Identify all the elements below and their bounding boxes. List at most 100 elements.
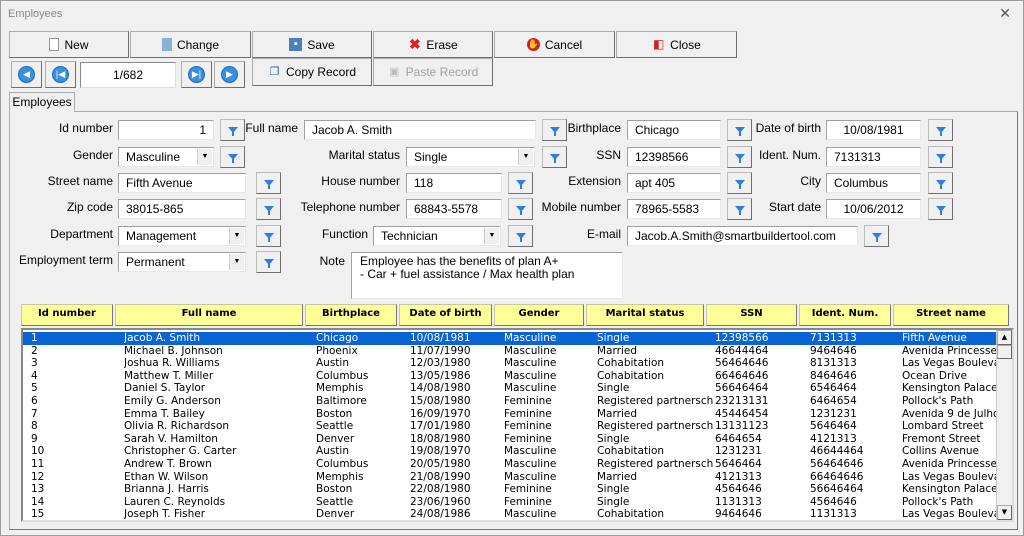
table-row[interactable]: 3 Joshua R. Williams Austin 12/03/1980 Mascu…	[23, 357, 997, 370]
table-cell: Memphis	[316, 382, 364, 395]
zip-code-input[interactable]: 38015-865	[118, 199, 246, 219]
birthplace-input[interactable]: Chicago	[627, 120, 721, 140]
save-button[interactable]: ▪ Save	[252, 31, 372, 58]
table-row[interactable]: 10 Christopher G. Carter Austin 19/08/1970 M…	[23, 445, 997, 458]
scroll-down-icon[interactable]: ▼	[997, 505, 1012, 520]
zip-code-filter-button[interactable]	[256, 198, 281, 220]
scroll-thumb[interactable]	[997, 345, 1012, 359]
table-row[interactable]: 13 Brianna J. Harris Boston 22/08/1980 Femin…	[23, 483, 997, 496]
mobile-label: Mobile number	[541, 200, 621, 214]
column-header[interactable]: Id number	[21, 304, 113, 326]
table-row[interactable]: 1 Jacob A. Smith Chicago 10/08/1981 Masculin…	[23, 332, 997, 345]
telephone-input[interactable]: 68843-5578	[406, 199, 502, 219]
cancel-button[interactable]: ✋ Cancel	[494, 31, 615, 58]
erase-button[interactable]: ✖ Erase	[373, 31, 493, 58]
table-cell: 4121313	[715, 470, 762, 483]
ident-num-filter-button[interactable]	[928, 146, 953, 168]
date-of-birth-filter-button[interactable]	[928, 119, 953, 141]
paste-record-button[interactable]: ▣ Paste Record	[373, 58, 493, 86]
email-input[interactable]: Jacob.A.Smith@smartbuildertool.com	[627, 226, 858, 246]
id-number-input[interactable]: 1	[118, 120, 214, 140]
column-header[interactable]: Date of birth	[399, 304, 492, 326]
chevron-down-icon[interactable]: ▼	[229, 254, 244, 270]
extension-input[interactable]: apt 405	[627, 173, 721, 193]
next-record-button[interactable]: ▶	[214, 61, 245, 88]
column-header[interactable]: Ident. Num.	[799, 304, 891, 326]
table-row[interactable]: 8 Olivia R. Richardson Seattle 17/01/1980 Fe…	[23, 420, 997, 433]
telephone-filter-button[interactable]	[508, 198, 533, 220]
table-cell: Single	[597, 332, 630, 344]
house-number-filter-button[interactable]	[508, 172, 533, 194]
table-row[interactable]: 11 Andrew T. Brown Columbus 20/05/1980 Mascu…	[23, 458, 997, 471]
table-cell: Emma T. Bailey	[124, 407, 205, 420]
last-record-button[interactable]: ▶|	[181, 61, 212, 88]
gender-dropdown[interactable]: Masculine ▼	[118, 147, 214, 167]
copy-record-button[interactable]: ❐ Copy Record	[252, 58, 372, 86]
mobile-filter-button[interactable]	[727, 198, 752, 220]
table-row[interactable]: 7 Emma T. Bailey Boston 16/09/1970 Feminine M…	[23, 408, 997, 421]
extension-filter-button[interactable]	[727, 172, 752, 194]
street-name-filter-button[interactable]	[256, 172, 281, 194]
marital-status-value: Single	[414, 150, 448, 164]
street-name-input[interactable]: Fifth Avenue	[118, 173, 246, 193]
function-dropdown[interactable]: Technician ▼	[373, 226, 501, 246]
function-filter-button[interactable]	[508, 225, 533, 247]
ssn-input[interactable]: 12398566	[627, 147, 721, 167]
table-row[interactable]: 2 Michael B. Johnson Phoenix 11/07/1990 Masc…	[23, 345, 997, 358]
chevron-down-icon[interactable]: ▼	[518, 149, 533, 165]
employees-list[interactable]: 1 Jacob A. Smith Chicago 10/08/1981 Masculin…	[21, 328, 1014, 522]
telephone-label: Telephone number	[300, 200, 400, 214]
column-header[interactable]: Marital status	[586, 304, 704, 326]
tab-employees[interactable]: Employees	[9, 92, 75, 112]
vertical-scrollbar[interactable]: ▲ ▼	[996, 330, 1012, 520]
table-row[interactable]: 14 Lauren C. Reynolds Seattle 23/06/1960 Fem…	[23, 496, 997, 509]
marital-status-dropdown[interactable]: Single ▼	[406, 147, 535, 167]
column-header[interactable]: Gender	[494, 304, 584, 326]
employment-term-dropdown[interactable]: Permanent ▼	[118, 252, 246, 272]
filter-icon	[935, 127, 946, 136]
table-row[interactable]: 12 Ethan W. Wilson Memphis 21/08/1990 Mascul…	[23, 471, 997, 484]
table-row[interactable]: 5 Daniel S. Taylor Memphis 14/08/1980 Mascul…	[23, 382, 997, 395]
ident-num-input[interactable]: 7131313	[826, 147, 921, 167]
full-name-input[interactable]: Jacob A. Smith	[304, 120, 536, 140]
chevron-down-icon[interactable]: ▼	[484, 228, 499, 244]
date-of-birth-input[interactable]: 10/08/1981	[826, 120, 921, 140]
start-date-filter-button[interactable]	[928, 198, 953, 220]
scroll-up-icon[interactable]: ▲	[997, 330, 1012, 345]
chevron-down-icon[interactable]: ▼	[197, 149, 212, 165]
table-cell: 15	[31, 508, 45, 521]
filter-icon	[734, 127, 745, 136]
skip-last-icon: ▶|	[188, 66, 205, 83]
filter-icon	[935, 154, 946, 163]
column-header[interactable]: Birthplace	[305, 304, 397, 326]
table-row[interactable]: 4 Matthew T. Miller Columbus 13/05/1986 Masc…	[23, 370, 997, 383]
column-header[interactable]: Street name	[893, 304, 1009, 326]
table-row[interactable]: 6 Emily G. Anderson Baltimore 15/08/1980 Fem…	[23, 395, 997, 408]
email-filter-button[interactable]	[864, 225, 889, 247]
new-button[interactable]: New	[9, 31, 129, 58]
column-header[interactable]: SSN	[706, 304, 797, 326]
employment-term-filter-button[interactable]	[256, 251, 281, 273]
table-row[interactable]: 9 Sarah V. Hamilton Denver 18/08/1980 Femini…	[23, 433, 997, 446]
birthplace-filter-button[interactable]	[727, 119, 752, 141]
gender-filter-button[interactable]	[220, 146, 245, 168]
table-row[interactable]: 15 Joseph T. Fisher Denver 24/08/1986 Mascul…	[23, 508, 997, 521]
previous-record-button[interactable]: ◀	[11, 61, 42, 88]
ssn-filter-button[interactable]	[727, 146, 752, 168]
change-button[interactable]: Change	[130, 31, 251, 58]
house-number-input[interactable]: 118	[406, 173, 502, 193]
window-close-button[interactable]: ✕	[999, 5, 1011, 22]
first-record-button[interactable]: |◀	[45, 61, 76, 88]
start-date-input[interactable]: 10/06/2012	[826, 199, 921, 219]
table-cell: 4121313	[810, 432, 857, 445]
department-filter-button[interactable]	[256, 225, 281, 247]
city-filter-button[interactable]	[928, 172, 953, 194]
close-button[interactable]: ◧ Close	[616, 31, 737, 58]
city-input[interactable]: Columbus	[826, 173, 921, 193]
column-header[interactable]: Full name	[115, 304, 303, 326]
department-dropdown[interactable]: Management ▼	[118, 226, 246, 246]
chevron-down-icon[interactable]: ▼	[229, 228, 244, 244]
copy-label: Copy Record	[285, 65, 357, 79]
note-textarea[interactable]: Employee has the benefits of plan A+ - C…	[351, 252, 623, 299]
mobile-input[interactable]: 78965-5583	[627, 199, 721, 219]
